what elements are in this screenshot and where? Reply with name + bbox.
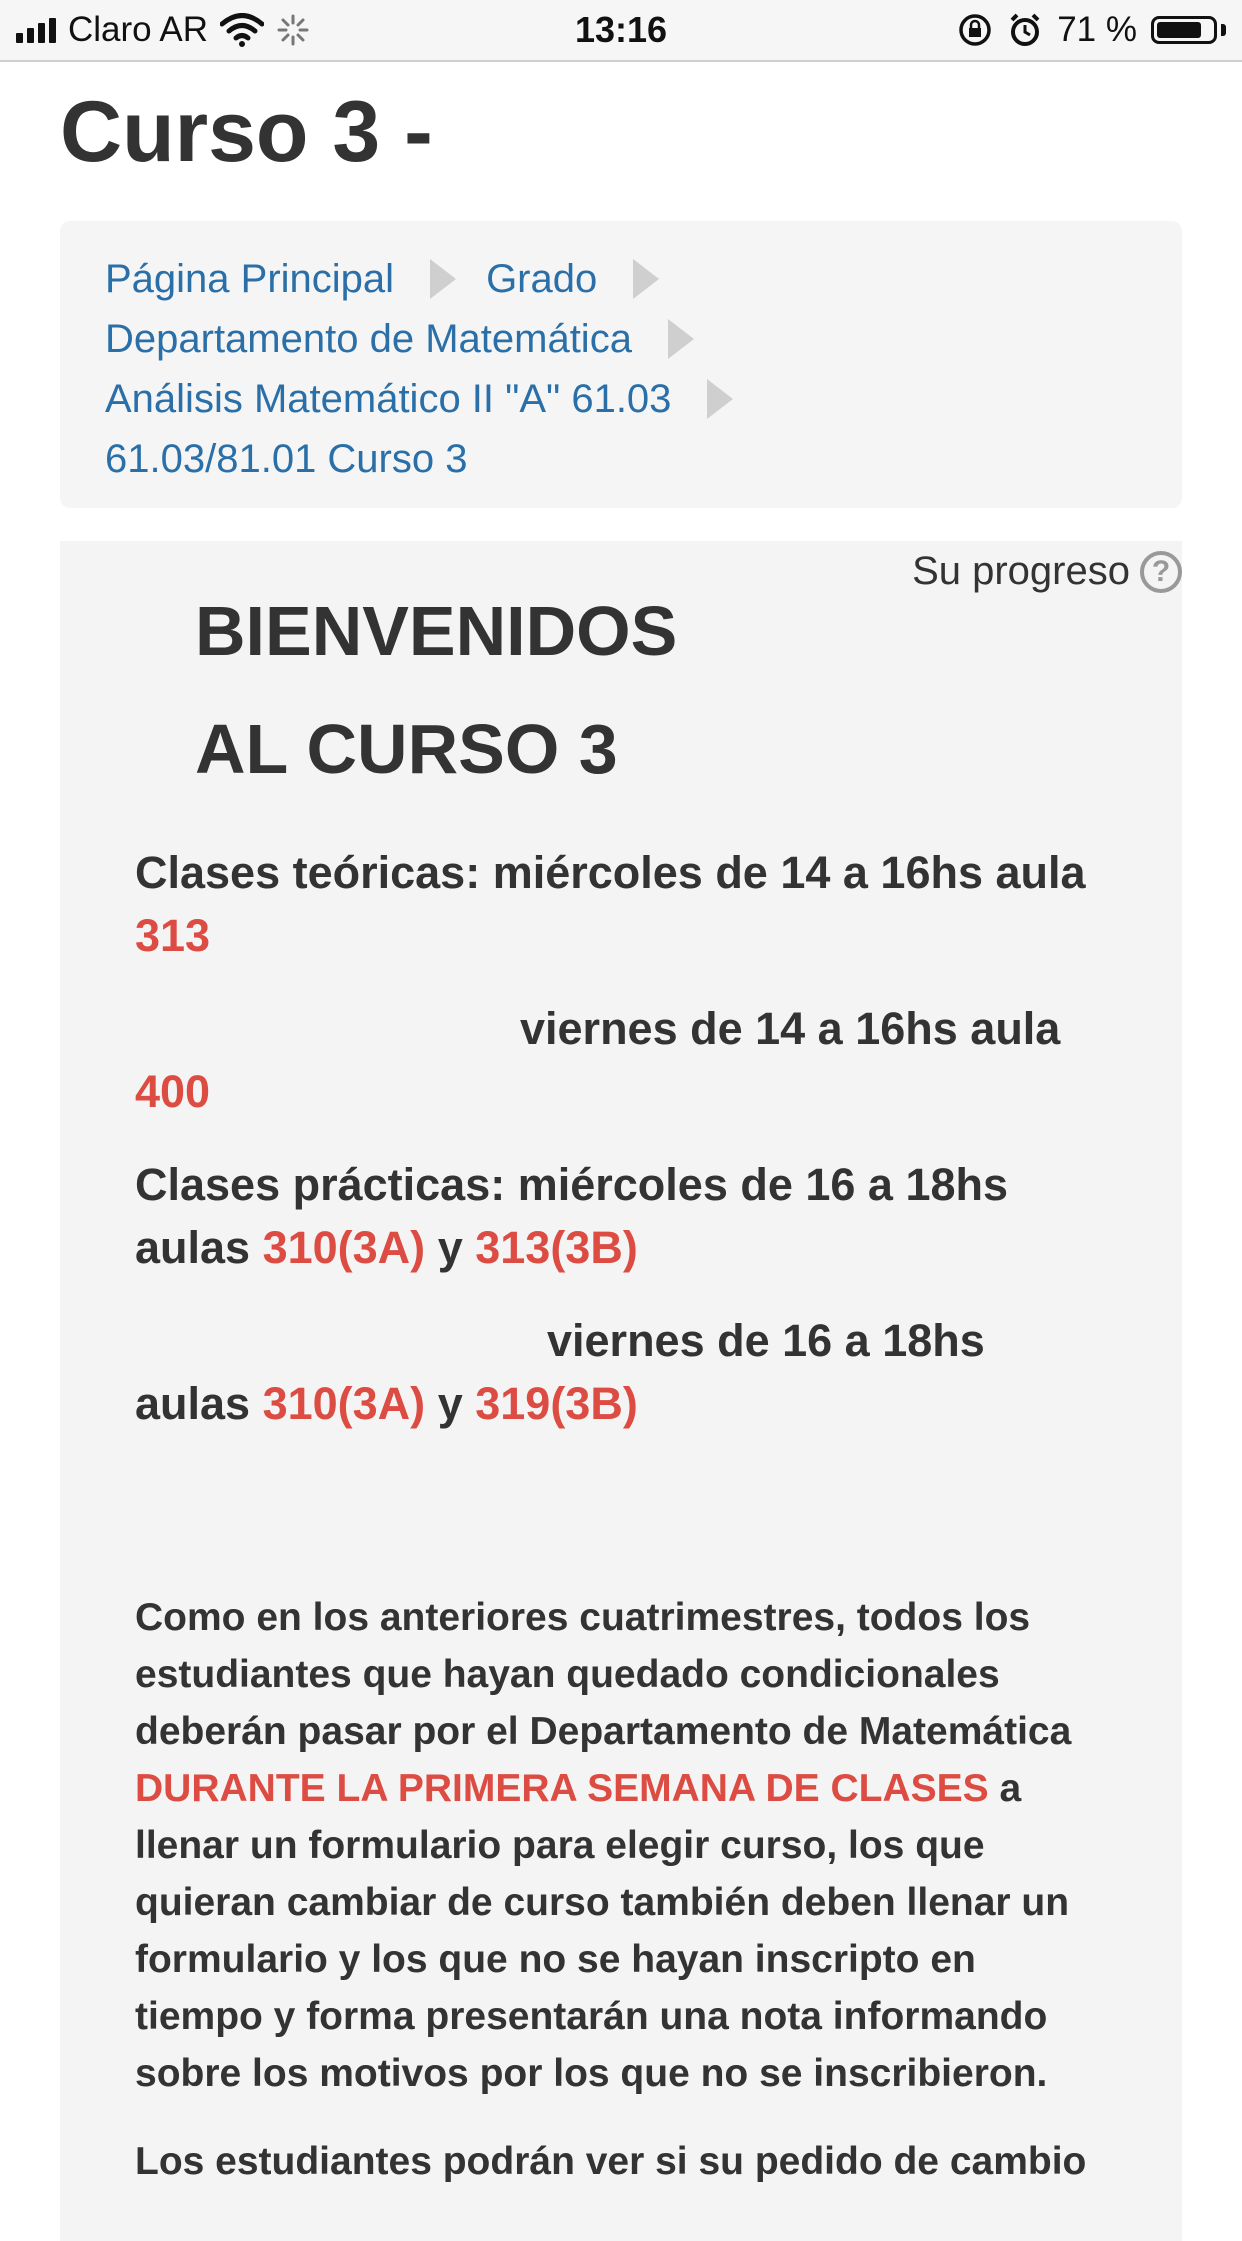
- breadcrumb-separator-icon: [430, 259, 457, 299]
- breadcrumb-line: Departamento de Matemática: [105, 309, 1137, 369]
- breadcrumb-home-link[interactable]: Página Principal: [105, 249, 394, 309]
- breadcrumb: Página Principal Grado Departamento de M…: [60, 221, 1182, 508]
- practicas-mie-room-b: 313(3B): [475, 1222, 638, 1273]
- notice-line: llenar un formulario para elegir curso, …: [135, 1824, 985, 1867]
- teoricas-room-1: 313: [135, 910, 211, 961]
- breadcrumb-departamento-link[interactable]: Departamento de Matemática: [105, 309, 632, 369]
- teoricas-viernes-label: viernes de 14 a 16hs aula: [520, 1003, 1061, 1054]
- breadcrumb-analisis-link[interactable]: Análisis Matemático II "A" 61.03: [105, 369, 671, 429]
- notice-highlight: DURANTE LA PRIMERA SEMANA DE CLASES: [135, 1767, 989, 1810]
- breadcrumb-separator-icon: [667, 319, 694, 359]
- teoricas-schedule: Clases teóricas: miércoles de 14 a 16hs …: [135, 841, 1175, 967]
- status-right: 71 %: [957, 8, 1226, 52]
- practicas-vie-room-a: 310(3A): [262, 1378, 426, 1429]
- notice-line: formulario y los que no se hayan inscrip…: [135, 1938, 976, 1981]
- notice-line: quieran cambiar de curso también deben l…: [135, 1881, 1070, 1924]
- notice-line: Los estudiantes podrán ver si su pedido …: [135, 2140, 1087, 2183]
- aulas-word: aulas: [135, 1222, 251, 1273]
- notice-line: estudiantes que hayan quedado condiciona…: [135, 1653, 1000, 1696]
- battery-icon: [1151, 16, 1217, 44]
- next-paragraph: Los estudiantes podrán ver si su pedido …: [135, 2133, 1175, 2190]
- battery-percent: 71 %: [1057, 10, 1137, 49]
- teoricas-viernes-schedule: viernes de 14 a 16hs aula 400: [135, 997, 1175, 1123]
- practicas-vie-room-b: 319(3B): [475, 1378, 638, 1429]
- orientation-lock-icon: [959, 14, 991, 46]
- teoricas-room-2: 400: [135, 1066, 211, 1117]
- notice-line: sobre los motivos por los que no se insc…: [135, 2052, 1048, 2095]
- practicas-viernes-label: viernes de 16 a 18hs: [547, 1315, 985, 1366]
- aulas-word: aulas: [135, 1378, 251, 1429]
- breadcrumb-separator-icon: [633, 259, 660, 299]
- question-circle-icon[interactable]: ?: [1140, 550, 1182, 593]
- breadcrumb-line: Análisis Matemático II "A" 61.03: [105, 369, 1137, 429]
- progress-indicator: Su progreso ?: [912, 549, 1182, 594]
- practicas-label: Clases prácticas: miércoles de 16 a 18hs: [135, 1159, 1009, 1210]
- progress-label: Su progreso: [912, 549, 1130, 593]
- breadcrumb-separator-icon: [707, 379, 734, 419]
- battery-cap: [1221, 24, 1226, 36]
- practicas-mie-room-a: 310(3A): [262, 1222, 426, 1273]
- notice-line: tiempo y forma presentarán una nota info…: [135, 1995, 1048, 2038]
- notice-line: a: [999, 1767, 1022, 1810]
- course-section: Su progreso ? BIENVENIDOS AL CURSO 3 Cla…: [60, 541, 1182, 2241]
- alarm-icon: [1010, 13, 1040, 46]
- breadcrumb-grado-link[interactable]: Grado: [486, 249, 597, 309]
- practicas-schedule: Clases prácticas: miércoles de 16 a 18hs…: [135, 1153, 1175, 1279]
- notice-paragraph: Como en los anteriores cuatrimestres, to…: [135, 1589, 1175, 2102]
- breadcrumb-line: 61.03/81.01 Curso 3: [105, 429, 1137, 489]
- welcome-heading-line1: BIENVENIDOS: [195, 592, 678, 670]
- notice-line: Como en los anteriores cuatrimestres, to…: [135, 1596, 1031, 1639]
- status-bar: Claro AR 13:16 71 %: [0, 0, 1242, 62]
- practicas-viernes-schedule: viernes de 16 a 18hs aulas 310(3A) y 319…: [135, 1309, 1175, 1435]
- notice-line: deberán pasar por el Departamento de Mat…: [135, 1710, 1072, 1753]
- page-title: Curso 3 -: [60, 84, 433, 180]
- breadcrumb-line: Página Principal Grado: [105, 249, 1137, 309]
- welcome-heading-line2: AL CURSO 3: [195, 710, 618, 788]
- y-word: y: [437, 1378, 463, 1429]
- breadcrumb-curso-link[interactable]: 61.03/81.01 Curso 3: [105, 429, 467, 489]
- teoricas-label: Clases teóricas: miércoles de 14 a 16hs …: [135, 847, 1086, 898]
- y-word: y: [437, 1222, 463, 1273]
